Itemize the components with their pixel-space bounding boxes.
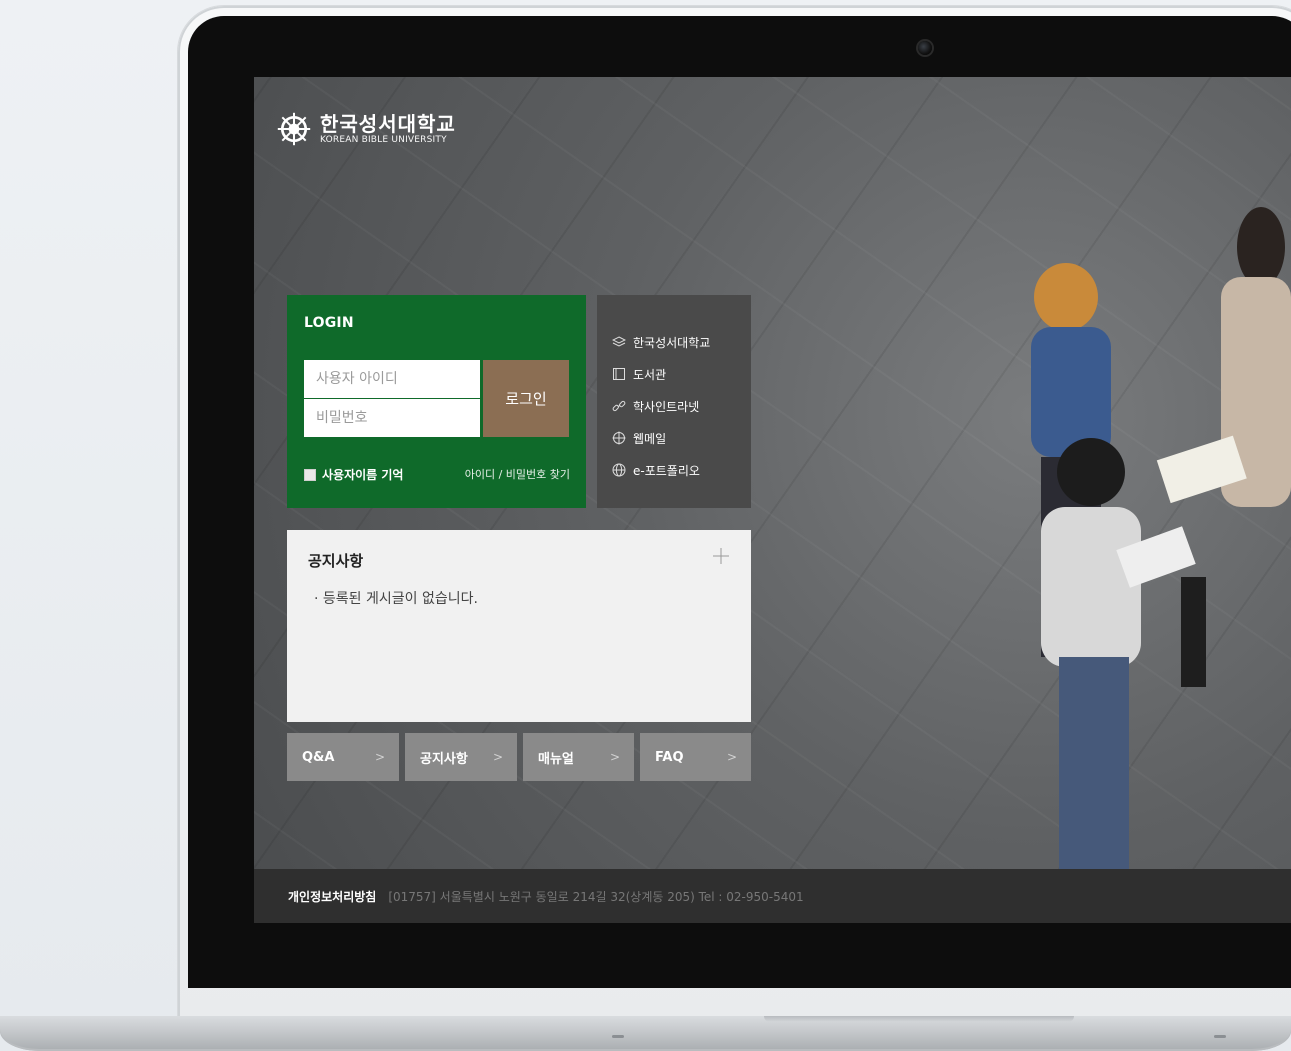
remember-username[interactable]: 사용자이름 기억 <box>304 466 403 483</box>
login-panel: LOGIN 로그인 사용자이름 기억 아이디 / 비밀번호 찾기 <box>287 295 586 508</box>
nav-button-faq[interactable]: FAQ > <box>640 733 751 781</box>
quick-link-university[interactable]: 한국성서대학교 <box>612 326 710 358</box>
chevron-right-icon: > <box>374 750 385 764</box>
password-input[interactable] <box>304 399 480 437</box>
plus-icon[interactable] <box>711 546 731 566</box>
nav-button-label: 매뉴얼 <box>538 751 574 767</box>
university-name-en: KOREAN BIBLE UNIVERSITY <box>320 135 447 145</box>
chevron-right-icon: > <box>726 750 737 764</box>
quick-link-intranet[interactable]: 학사인트라넷 <box>612 390 710 422</box>
nav-button-notice[interactable]: 공지사항 > <box>405 733 517 781</box>
university-logo[interactable]: 한국성서대학교 KOREAN BIBLE UNIVERSITY <box>276 111 456 147</box>
notice-empty-text: · 등록된 게시글이 없습니다. <box>314 591 478 607</box>
quick-link-label: 한국성서대학교 <box>633 335 711 350</box>
find-id-password-link[interactable]: 아이디 / 비밀번호 찾기 <box>465 466 570 482</box>
chevron-right-icon: > <box>492 750 503 764</box>
footer: 개인정보처리방침 [01757] 서울특별시 노원구 동일로 214길 32(상… <box>254 869 1291 923</box>
nav-button-manual[interactable]: 매뉴얼 > <box>523 733 634 781</box>
quick-link-label: 웹메일 <box>633 431 667 446</box>
username-input[interactable] <box>304 360 480 398</box>
university-emblem-icon <box>277 112 311 146</box>
remember-checkbox[interactable] <box>304 468 316 481</box>
nav-button-qna[interactable]: Q&A > <box>287 733 399 781</box>
quick-link-label: 학사인트라넷 <box>633 399 700 414</box>
login-title: LOGIN <box>304 315 354 331</box>
layers-icon <box>612 336 626 347</box>
quick-link-label: e-포트폴리오 <box>633 463 700 478</box>
nav-button-label: FAQ <box>655 749 684 765</box>
quick-link-webmail[interactable]: 웹메일 <box>612 422 710 454</box>
nav-button-label: Q&A <box>302 749 335 765</box>
book-icon <box>613 368 625 380</box>
screen: 한국성서대학교 KOREAN BIBLE UNIVERSITY LOGIN 로그… <box>254 77 1291 923</box>
laptop-base-notch <box>764 1016 1074 1022</box>
camera-icon <box>918 41 932 55</box>
globe-icon <box>612 463 626 477</box>
remember-label: 사용자이름 기억 <box>322 468 404 482</box>
login-button[interactable]: 로그인 <box>483 360 569 437</box>
university-name-ko: 한국성서대학교 <box>320 112 456 136</box>
laptop-base <box>0 1016 1291 1051</box>
link-icon <box>612 400 626 412</box>
quick-link-eportfolio[interactable]: e-포트폴리오 <box>612 454 710 486</box>
students-photo <box>1031 207 1291 877</box>
quick-links-panel: 한국성서대학교 도서관 학사인트라넷 웹메일 e-포트폴리오 <box>597 295 751 508</box>
laptop-foot <box>1214 1035 1226 1038</box>
shortcut-nav: Q&A > 공지사항 > 매뉴얼 > FAQ > <box>287 733 751 781</box>
footer-address: [01757] 서울특별시 노원구 동일로 214길 32(상계동 205) T… <box>388 889 804 904</box>
privacy-policy-link[interactable]: 개인정보처리방침 <box>288 888 376 905</box>
nav-button-label: 공지사항 <box>420 751 468 767</box>
chevron-right-icon: > <box>609 750 620 764</box>
quick-link-library[interactable]: 도서관 <box>612 358 710 390</box>
crosshair-icon <box>612 431 626 445</box>
notice-panel: 공지사항 · 등록된 게시글이 없습니다. <box>287 530 751 722</box>
notice-title: 공지사항 <box>308 552 364 570</box>
laptop-foot <box>612 1035 624 1038</box>
quick-link-label: 도서관 <box>633 367 667 382</box>
